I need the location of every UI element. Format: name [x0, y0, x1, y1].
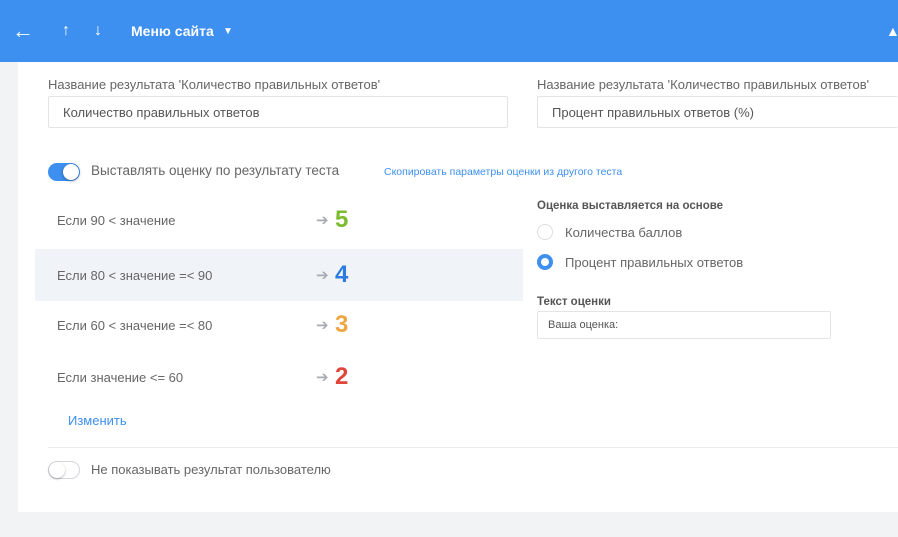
arrow-down-icon[interactable]: ↓ — [94, 0, 102, 62]
basis-percent-label: Процент правильных ответов — [565, 255, 744, 270]
arrow-right-icon: ➔ — [316, 317, 329, 334]
grade-value: 2 — [335, 363, 349, 390]
hide-result-label: Не показывать результат пользователю — [91, 462, 331, 477]
hide-result-toggle[interactable] — [48, 461, 80, 479]
grade-rule-row: Если 90 < значение ➔ 5 — [35, 194, 523, 246]
grade-value: 5 — [335, 206, 349, 233]
basis-percent-radio[interactable] — [537, 254, 553, 270]
arrow-left-icon[interactable]: ← — [12, 0, 34, 62]
divider — [48, 447, 898, 448]
caret-down-icon[interactable]: ▼ — [223, 0, 233, 62]
result-name-count-input[interactable]: Количество правильных ответов — [48, 96, 508, 128]
basis-points-radio[interactable] — [537, 224, 553, 240]
result-name-percent-label: Название результата 'Количество правильн… — [537, 77, 870, 92]
arrow-right-icon: ➔ — [316, 212, 329, 229]
grade-by-result-toggle[interactable] — [48, 163, 80, 181]
edit-grading-link[interactable]: Изменить — [68, 413, 127, 428]
copy-grading-link[interactable]: Скопировать параметры оценки из другого … — [384, 166, 622, 178]
grade-rule-row: Если 80 < значение =< 90 ➔ 4 — [35, 249, 523, 301]
basis-points-label: Количества баллов — [565, 225, 683, 240]
arrow-right-icon: ➔ — [316, 267, 329, 284]
grade-value: 3 — [335, 311, 349, 338]
grade-rule-condition: Если 60 < значение =< 80 — [57, 317, 213, 333]
arrow-up-icon[interactable]: ↑ — [62, 0, 70, 62]
user-icon[interactable]: ▲ — [886, 0, 898, 62]
grade-text-input[interactable]: Ваша оценка: — [537, 311, 831, 339]
grade-rule-condition: Если значение <= 60 — [57, 369, 184, 385]
grade-text-title: Текст оценки — [537, 296, 611, 308]
settings-card: Название результата 'Количество правильн… — [18, 62, 898, 512]
grade-rule-row: Если 60 < значение =< 80 ➔ 3 — [35, 299, 523, 351]
result-name-count-label: Название результата 'Количество правильн… — [48, 77, 381, 92]
top-toolbar: ← ↑ ↓ Меню сайта ▼ ▲ — [0, 0, 898, 62]
grade-by-result-label: Выставлять оценку по результату теста — [91, 163, 340, 178]
grade-rule-condition: Если 90 < значение — [57, 212, 176, 228]
grade-rule-row: Если значение <= 60 ➔ 2 — [35, 351, 523, 403]
arrow-right-icon: ➔ — [316, 369, 329, 386]
grade-rule-condition: Если 80 < значение =< 90 — [57, 267, 213, 283]
site-menu-button[interactable]: Меню сайта — [131, 0, 214, 62]
grade-basis-title: Оценка выставляется на основе — [537, 200, 724, 212]
grade-value: 4 — [335, 261, 349, 288]
result-name-percent-input[interactable]: Процент правильных ответов (%) — [537, 96, 898, 128]
